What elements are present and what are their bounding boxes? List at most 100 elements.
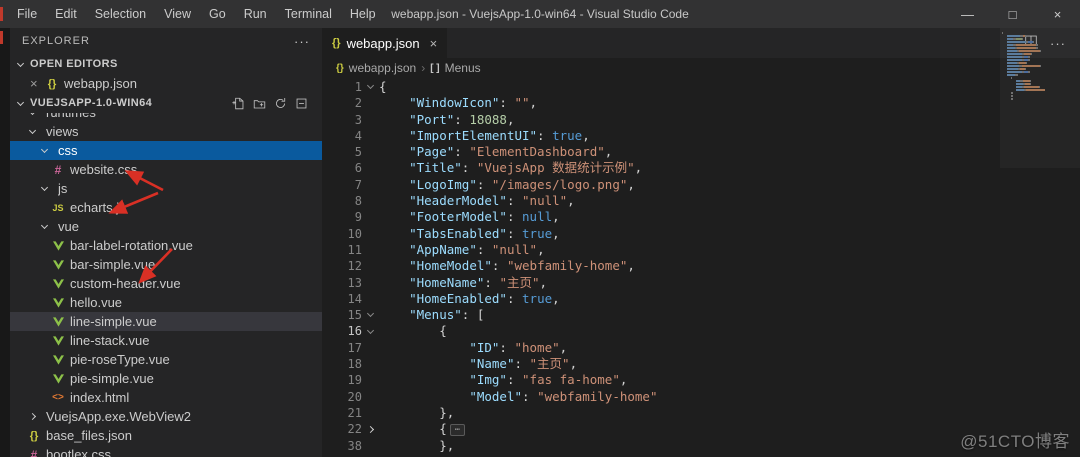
minimap-segment [1002,86,1016,88]
fold-gutter [362,340,379,356]
vscode-window: File Edit Selection View Go Run Terminal Help w… [0,0,1080,457]
open-editors-header[interactable]: OPEN EDITORS [10,54,322,74]
fold-down-icon[interactable] [362,323,379,339]
code-text: { [379,323,447,339]
refresh-icon[interactable] [274,97,287,110]
tree-item-bar-simple.vue[interactable]: bar-simple.vue [10,255,322,274]
breadcrumb-item[interactable]: webapp.json [349,61,416,75]
token: "WindowIcon" [409,95,500,111]
minimap-segment [1006,73,1015,76]
tree-item-bootlex.css[interactable]: # bootlex.css [10,445,322,457]
explorer-more-icon[interactable]: ··· [294,34,310,49]
minimap-segment [1026,88,1045,91]
token: , [552,290,560,306]
line-number: 1 [354,80,362,94]
tree-item-custom-header.vue[interactable]: custom-header.vue [10,274,322,293]
line-number: 2 [354,96,362,111]
menu-edit[interactable]: Edit [46,0,86,28]
title-bar: File Edit Selection View Go Run Terminal Help w… [0,0,1080,28]
code-line: 9 "FooterModel": null, [322,209,1080,225]
menu-file[interactable]: File [8,0,46,28]
breadcrumb-item[interactable]: Menus [445,61,481,75]
menu-help[interactable]: Help [341,0,385,28]
maximize-button[interactable]: □ [990,0,1035,28]
code-text: "Img": "fas fa-home", [379,372,627,388]
fold-right-icon[interactable] [362,421,379,437]
chevron-down-icon [16,59,25,67]
tree-item-vue[interactable]: vue [10,217,322,236]
minimap[interactable] [1002,31,1068,100]
tree-item-label: js [58,181,68,196]
code-line: 17 "ID": "home", [322,340,1080,356]
fold-down-icon[interactable] [362,307,379,323]
code-line: 19 "Img": "fas fa-home", [322,372,1080,388]
vue-file-icon [50,240,66,251]
fold-gutter [362,128,379,144]
workspace-header[interactable]: VUEJSAPP-1.0-WIN64 [10,93,322,113]
close-button[interactable]: × [1035,0,1080,28]
tree-item-pie-simple.vue[interactable]: pie-simple.vue [10,369,322,388]
open-editor-webapp.json[interactable]: ×{} webapp.json [10,74,322,93]
tree-item-runtimes[interactable]: runtimes [10,113,322,122]
code-line: 12 "HomeModel": "webfamily-home", [322,258,1080,274]
code-text: { [379,79,387,95]
vue-file-icon [50,259,66,270]
tree-item-label: index.html [70,390,130,405]
minimap-segment [1006,43,1014,46]
main-area: EXPLORER ··· OPEN EDITORS ×{} webapp.json… [0,28,1080,457]
fold-down-icon[interactable] [362,79,379,95]
json-icon: {} [332,37,341,49]
code-editor[interactable]: 1{2 "WindowIcon": "", 3 "Port": 18088, 4 "… [322,78,1080,457]
collapse-all-icon[interactable] [295,97,308,110]
fold-gutter [362,177,379,193]
close-icon[interactable]: × [30,76,44,91]
code-text: "Menus": [ [379,307,484,323]
chevron-down-icon [40,145,49,154]
tab-close-icon[interactable]: × [430,36,438,51]
tree-item-base-files.json[interactable]: {} base_files.json [10,426,322,445]
token: , [569,356,578,372]
code-text: "Page": "ElementDashboard", [379,144,612,160]
line-number: 19 [347,373,362,388]
menu-run[interactable]: Run [235,0,276,28]
tree-item-label: pie-roseType.vue [70,352,170,367]
line-number: 5 [354,145,362,160]
menu-selection[interactable]: Selection [86,0,155,28]
minimap-segment [1028,70,1030,73]
folded-region-icon[interactable]: ⋯ [449,424,466,437]
new-file-icon[interactable] [232,97,245,110]
minimap-segment [1030,52,1032,55]
menu-go[interactable]: Go [200,0,235,28]
code-text: "Port": 18088, [379,112,514,128]
chevron-down-icon [40,183,49,192]
line-number: 4 [354,128,362,143]
menu-terminal[interactable]: Terminal [276,0,341,28]
tree-item-hello.vue[interactable]: hello.vue [10,293,322,312]
minimize-button[interactable]: — [945,0,990,28]
tree-item-bar-label-rotation.vue[interactable]: bar-label-rotation.vue [10,236,322,255]
tree-item-line-simple.vue[interactable]: line-simple.vue [10,312,322,331]
token: : [476,241,492,257]
tree-item-views[interactable]: views [10,122,322,141]
tree-item-echarts.js[interactable]: JS echarts.js [10,198,322,217]
code-line: 18 "Name": "主页", [322,356,1080,372]
tree-item-js[interactable]: js [10,179,322,198]
tree-item-pie-rosetype.vue[interactable]: pie-roseType.vue [10,350,322,369]
menu-view[interactable]: View [155,0,200,28]
token: "webfamily-home" [506,258,628,274]
tree-item-index.html[interactable]: <> index.html [10,388,322,407]
window-controls: — □ × [945,0,1080,28]
tree-item-vuejsapp.exe.webview2[interactable]: VuejsApp.exe.WebView2 [10,407,322,426]
line-number: 14 [347,291,362,306]
tree-item-line-stack.vue[interactable]: line-stack.vue [10,331,322,350]
token: "null" [522,193,568,209]
tree-item-css[interactable]: css [10,141,322,160]
tab-webapp-json[interactable]: {} webapp.json × [322,28,448,58]
minimap-segment [1021,64,1040,67]
tree-item-website.css[interactable]: # website.css [10,160,322,179]
code-line: 21 }, [322,405,1080,421]
new-folder-icon[interactable] [253,97,266,110]
